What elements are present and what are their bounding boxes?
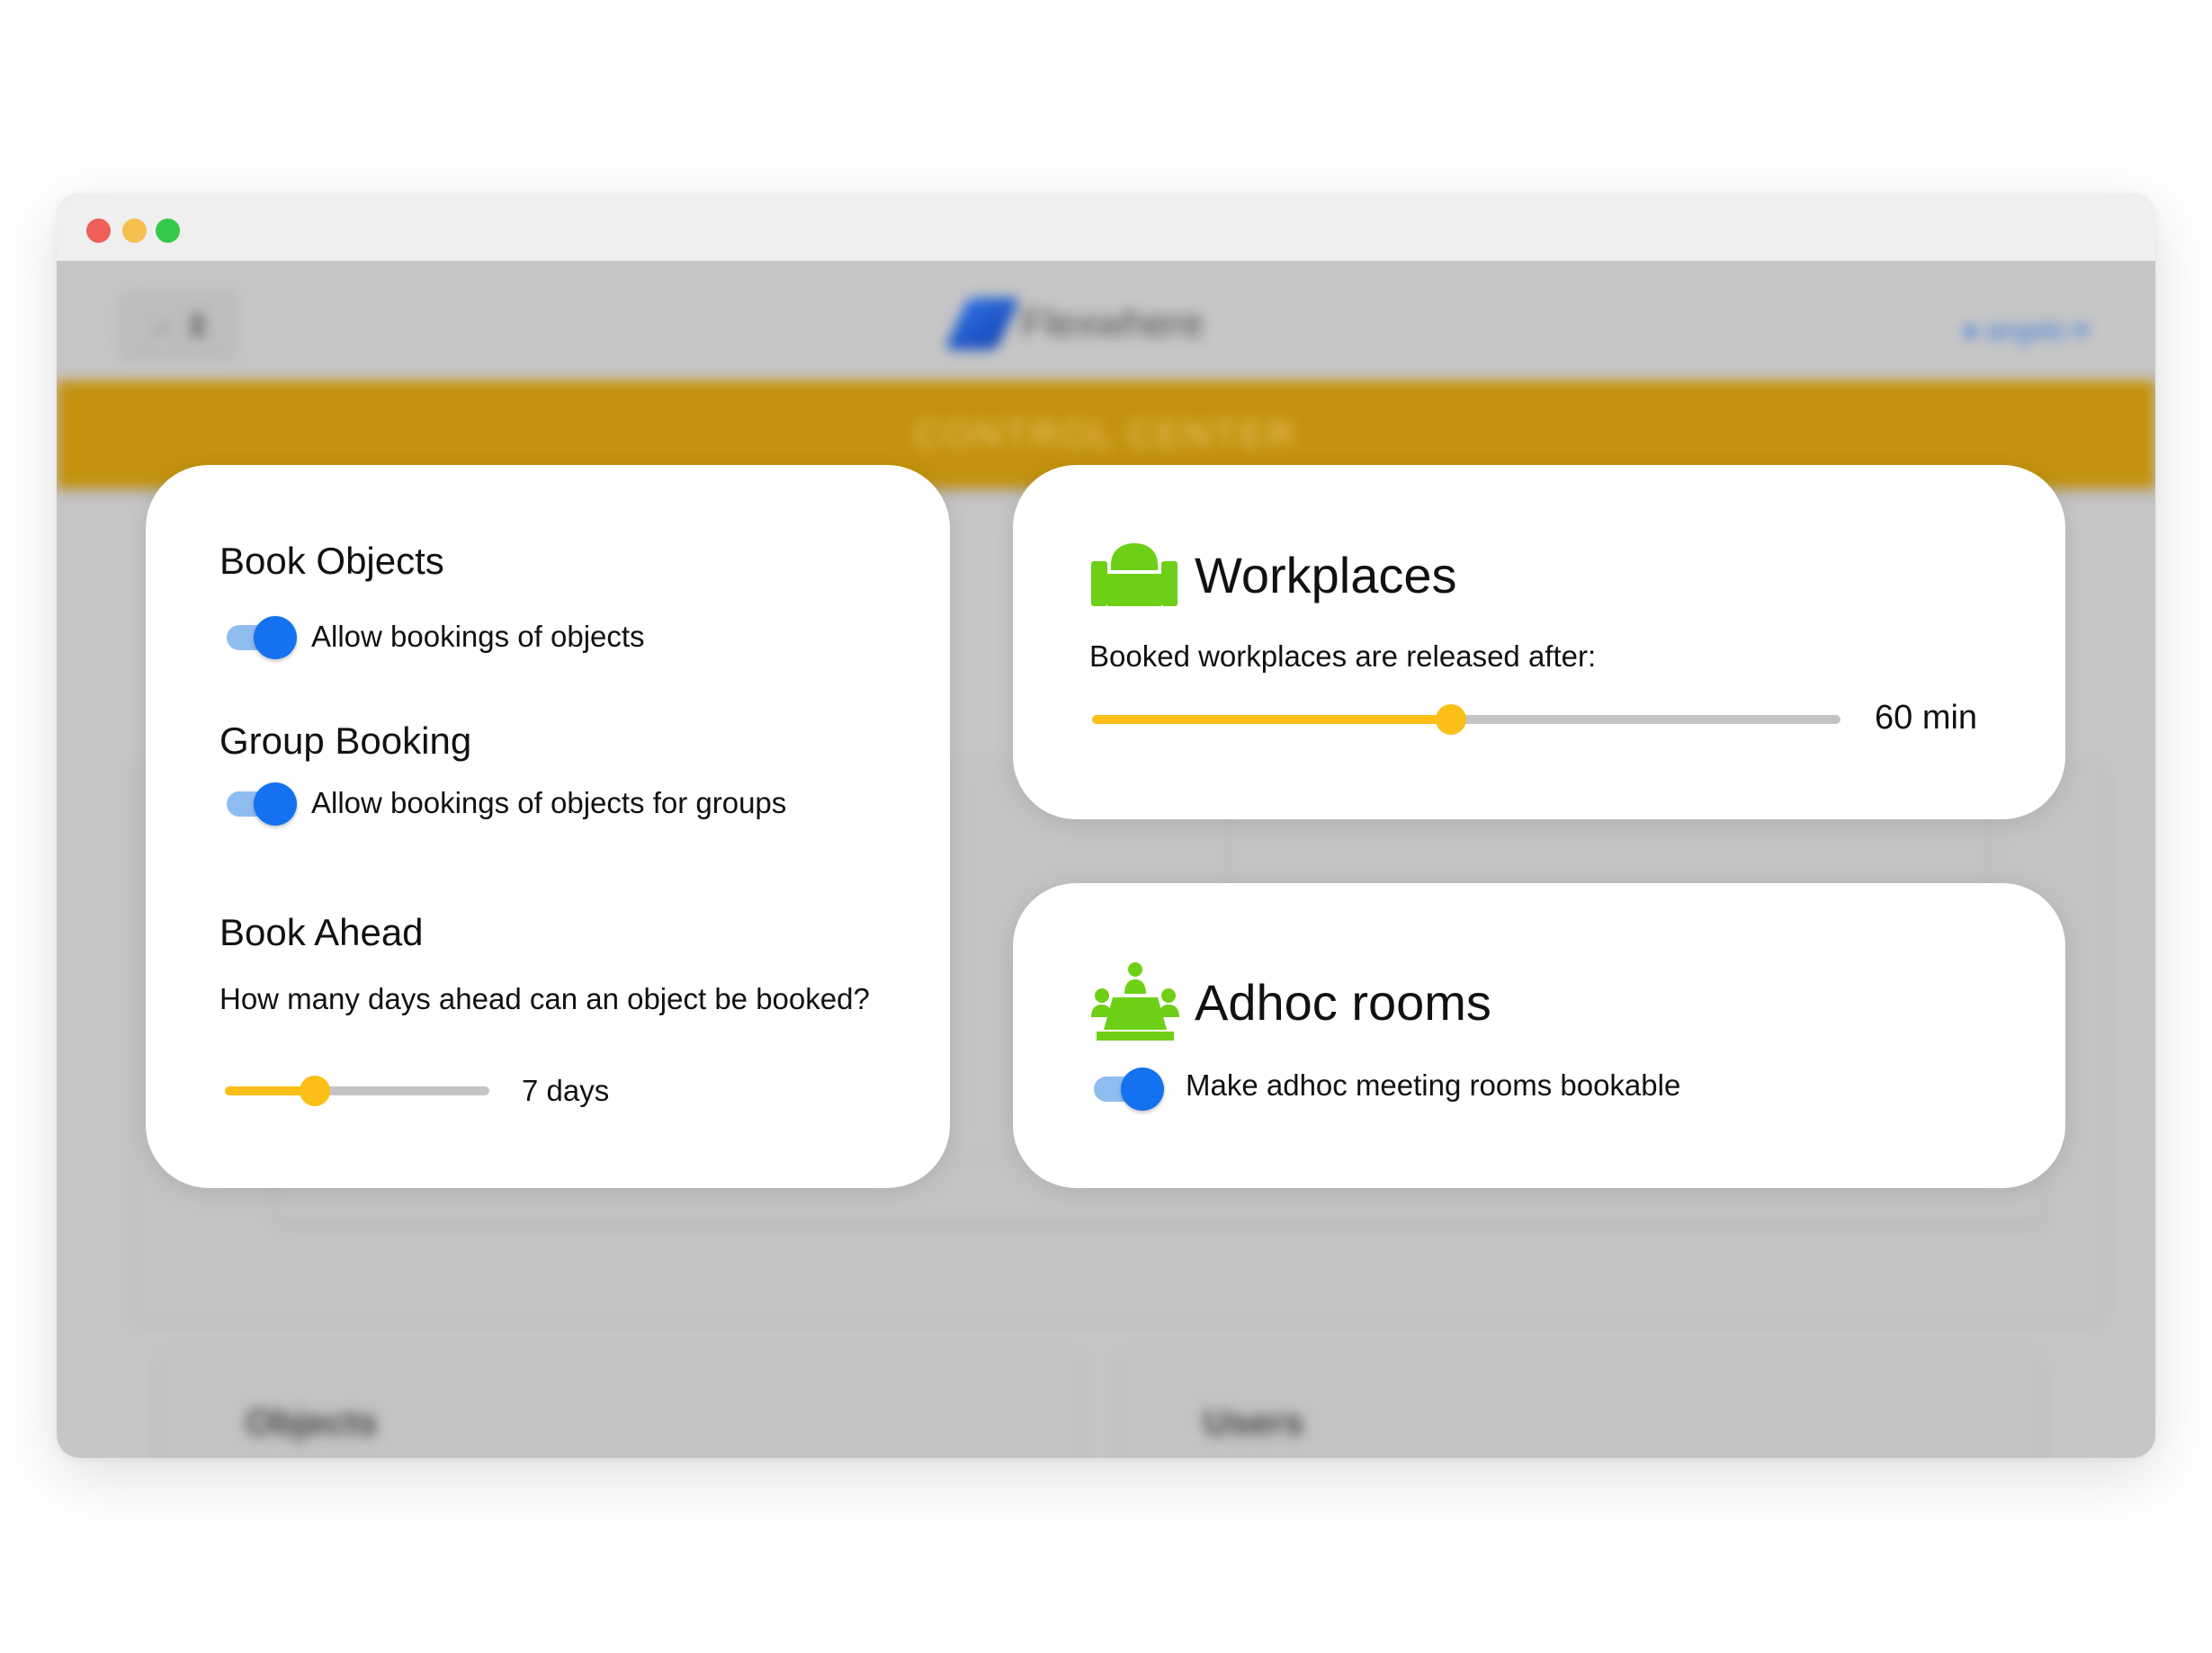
toggle-knob <box>1121 1068 1164 1111</box>
release-time-slider[interactable] <box>1092 701 1840 737</box>
book-ahead-question: How many days ahead can an object be boo… <box>219 982 870 1015</box>
background-objects-panel: Objects <box>160 1354 1082 1458</box>
book-ahead-value: 7 days <box>522 1074 610 1107</box>
group-booking-toggle[interactable] <box>225 782 297 826</box>
logo-text: Flexwhere <box>1021 301 1204 345</box>
slider-thumb[interactable] <box>299 1076 330 1106</box>
app-logo: Flexwhere <box>944 297 1204 351</box>
armchair-icon <box>1091 543 1178 606</box>
workplaces-description: Booked workplaces are released after: <box>1089 639 1597 673</box>
release-time-value: 60 min <box>1875 699 1978 737</box>
book-ahead-slider[interactable] <box>225 1072 489 1108</box>
book-objects-toggle-label: Allow bookings of objects <box>311 620 645 653</box>
maximize-window-button[interactable] <box>156 219 180 243</box>
app-header: ← ▮ Flexwhere ● angelo ▾ <box>57 261 2155 380</box>
background-users-panel: Users <box>1118 1354 2040 1458</box>
workplaces-card: Workplaces Booked workplaces are release… <box>1013 465 2065 819</box>
users-panel-label: Users <box>1204 1403 1304 1443</box>
book-objects-title: Book Objects <box>219 540 444 582</box>
book-objects-toggle[interactable] <box>225 616 297 659</box>
meeting-room-icon <box>1091 962 1179 1041</box>
slider-fill <box>1092 715 1452 724</box>
group-booking-toggle-label: Allow bookings of objects for groups <box>311 786 787 819</box>
adhoc-rooms-title: Adhoc rooms <box>1195 974 1491 1031</box>
objects-panel-label: Objects <box>246 1403 378 1443</box>
workplaces-title: Workplaces <box>1195 547 1457 603</box>
user-menu[interactable]: ● angelo ▾ <box>1962 315 2088 346</box>
booking-settings-card: Book Objects Allow bookings of objects G… <box>146 465 950 1188</box>
group-booking-title: Group Booking <box>219 719 472 762</box>
logo-icon <box>944 298 1021 350</box>
adhoc-rooms-toggle-label: Make adhoc meeting rooms bookable <box>1186 1068 1681 1102</box>
slider-thumb[interactable] <box>1436 704 1467 735</box>
toggle-knob <box>254 616 297 659</box>
book-ahead-title: Book Ahead <box>219 911 424 953</box>
adhoc-rooms-toggle[interactable] <box>1092 1068 1164 1111</box>
back-button[interactable]: ← ▮ <box>120 290 237 357</box>
close-window-button[interactable] <box>86 219 111 243</box>
toggle-knob <box>254 782 297 826</box>
adhoc-rooms-card: Adhoc rooms Make adhoc meeting rooms boo… <box>1013 883 2065 1188</box>
minimize-window-button[interactable] <box>122 219 147 243</box>
window-titlebar <box>57 193 2155 261</box>
